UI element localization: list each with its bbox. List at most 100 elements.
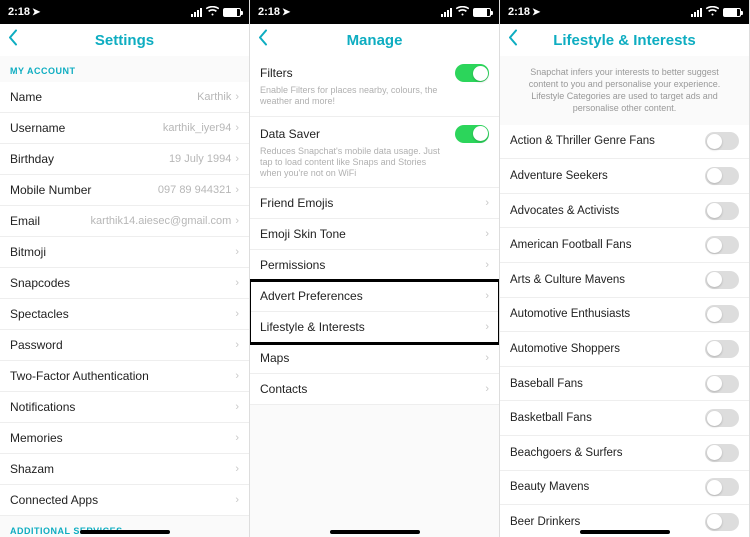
row-emoji-skin-tone[interactable]: Emoji Skin Tone › xyxy=(250,219,499,250)
interest-row[interactable]: Basketball Fans xyxy=(500,401,749,436)
row-friend-emojis[interactable]: Friend Emojis › xyxy=(250,188,499,219)
row-shazam[interactable]: Shazam › xyxy=(0,454,249,485)
interest-toggle[interactable] xyxy=(705,478,739,496)
row-label: Username xyxy=(10,121,65,135)
interest-row[interactable]: Advocates & Activists xyxy=(500,194,749,229)
interest-toggle[interactable] xyxy=(705,305,739,323)
interest-toggle[interactable] xyxy=(705,513,739,531)
home-indicator[interactable] xyxy=(580,530,670,534)
row-description: Reduces Snapchat's mobile data usage. Ju… xyxy=(260,146,450,180)
battery-icon xyxy=(723,8,741,17)
filters-toggle[interactable] xyxy=(455,64,489,82)
interest-label: Automotive Enthusiasts xyxy=(510,308,630,320)
row-birthday[interactable]: Birthday 19 July 1994› xyxy=(0,144,249,175)
chevron-right-icon: › xyxy=(235,463,239,475)
interest-toggle[interactable] xyxy=(705,375,739,393)
chevron-right-icon: › xyxy=(235,401,239,413)
back-button[interactable] xyxy=(8,30,18,51)
row-label: Lifestyle & Interests xyxy=(260,320,365,334)
row-label: Name xyxy=(10,90,42,104)
row-value: karthik_iyer94 xyxy=(163,122,231,134)
data-saver-toggle[interactable] xyxy=(455,125,489,143)
interest-toggle[interactable] xyxy=(705,167,739,185)
interest-row[interactable]: Adventure Seekers xyxy=(500,159,749,194)
location-icon: ➤ xyxy=(32,7,40,18)
row-contacts[interactable]: Contacts › xyxy=(250,374,499,405)
row-notifications[interactable]: Notifications › xyxy=(0,392,249,423)
row-label: Connected Apps xyxy=(10,493,98,507)
interest-row[interactable]: Action & Thriller Genre Fans xyxy=(500,125,749,160)
interest-row[interactable]: Arts & Culture Mavens xyxy=(500,263,749,298)
row-bitmoji[interactable]: Bitmoji › xyxy=(0,237,249,268)
row-label: Memories xyxy=(10,431,63,445)
home-indicator[interactable] xyxy=(80,530,170,534)
status-bar: 2:18 ➤ xyxy=(0,0,249,24)
row-data-saver: Data Saver Reduces Snapchat's mobile dat… xyxy=(250,117,499,189)
row-username[interactable]: Username karthik_iyer94› xyxy=(0,113,249,144)
chevron-right-icon: › xyxy=(485,352,489,364)
interest-toggle[interactable] xyxy=(705,340,739,358)
home-indicator[interactable] xyxy=(330,530,420,534)
row-label: Advert Preferences xyxy=(260,289,363,303)
header: Lifestyle & Interests xyxy=(500,24,749,56)
row-label: Password xyxy=(10,338,63,352)
row-snapcodes[interactable]: Snapcodes › xyxy=(0,268,249,299)
row-memories[interactable]: Memories › xyxy=(0,423,249,454)
wifi-icon xyxy=(706,6,719,19)
status-time: 2:18 xyxy=(508,6,530,18)
highlighted-prefs-group: Advert Preferences › Lifestyle & Interes… xyxy=(250,281,499,343)
row-advert-preferences[interactable]: Advert Preferences › xyxy=(250,281,499,312)
battery-icon xyxy=(223,8,241,17)
interests-list: Action & Thriller Genre FansAdventure Se… xyxy=(500,125,749,537)
row-label: Birthday xyxy=(10,152,54,166)
row-label: Spectacles xyxy=(10,307,69,321)
row-label: Permissions xyxy=(260,258,325,272)
row-spectacles[interactable]: Spectacles › xyxy=(0,299,249,330)
row-lifestyle-interests[interactable]: Lifestyle & Interests › xyxy=(250,312,499,343)
interest-row[interactable]: Beauty Mavens xyxy=(500,471,749,506)
phone-interests: 2:18 ➤ Lifestyle & Interests Snapchat in… xyxy=(500,0,750,537)
chevron-right-icon: › xyxy=(235,153,239,165)
page-title: Settings xyxy=(95,32,154,49)
chevron-right-icon: › xyxy=(235,370,239,382)
interest-toggle[interactable] xyxy=(705,236,739,254)
chevron-right-icon: › xyxy=(235,432,239,444)
interest-toggle[interactable] xyxy=(705,202,739,220)
interest-toggle[interactable] xyxy=(705,444,739,462)
interest-toggle[interactable] xyxy=(705,271,739,289)
interest-row[interactable]: Automotive Enthusiasts xyxy=(500,298,749,333)
interest-toggle[interactable] xyxy=(705,409,739,427)
back-button[interactable] xyxy=(508,30,518,51)
row-label: Bitmoji xyxy=(10,245,46,259)
interest-row[interactable]: Automotive Shoppers xyxy=(500,332,749,367)
cell-signal-icon xyxy=(441,8,452,17)
chevron-right-icon: › xyxy=(485,228,489,240)
row-connected-apps[interactable]: Connected Apps › xyxy=(0,485,249,516)
row-filters: Filters Enable Filters for places nearby… xyxy=(250,56,499,117)
chevron-right-icon: › xyxy=(485,197,489,209)
status-bar: 2:18 ➤ xyxy=(500,0,749,24)
status-bar: 2:18 ➤ xyxy=(250,0,499,24)
row-label: Data Saver xyxy=(260,127,320,141)
phone-settings: 2:18 ➤ Settings MY ACCOUNT Name Karthik›… xyxy=(0,0,250,537)
row-password[interactable]: Password › xyxy=(0,330,249,361)
interest-label: American Football Fans xyxy=(510,239,631,251)
location-icon: ➤ xyxy=(282,7,290,18)
back-button[interactable] xyxy=(258,30,268,51)
chevron-right-icon: › xyxy=(235,246,239,258)
interest-label: Advocates & Activists xyxy=(510,205,619,217)
status-time: 2:18 xyxy=(8,6,30,18)
row-maps[interactable]: Maps › xyxy=(250,343,499,374)
settings-content: MY ACCOUNT Name Karthik› Username karthi… xyxy=(0,56,249,537)
row-email[interactable]: Email karthik14.aiesec@gmail.com› xyxy=(0,206,249,237)
row-two-factor[interactable]: Two-Factor Authentication › xyxy=(0,361,249,392)
interest-row[interactable]: Beachgoers & Surfers xyxy=(500,436,749,471)
row-name[interactable]: Name Karthik› xyxy=(0,82,249,113)
interest-toggle[interactable] xyxy=(705,132,739,150)
interest-row[interactable]: American Football Fans xyxy=(500,228,749,263)
chevron-right-icon: › xyxy=(235,308,239,320)
row-permissions[interactable]: Permissions › xyxy=(250,250,499,281)
interest-row[interactable]: Baseball Fans xyxy=(500,367,749,402)
row-label: Snapcodes xyxy=(10,276,70,290)
row-mobile[interactable]: Mobile Number 097 89 944321› xyxy=(0,175,249,206)
